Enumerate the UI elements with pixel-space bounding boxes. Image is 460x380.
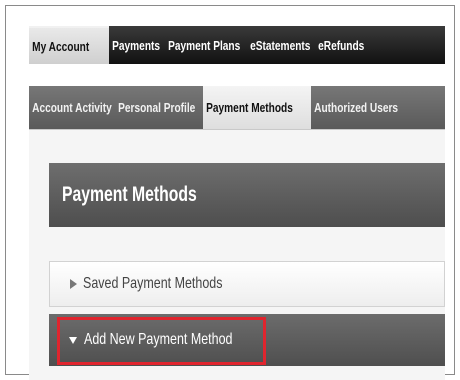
tab-label: My Account	[32, 38, 90, 54]
saved-payment-methods-toggle[interactable]: Saved Payment Methods	[49, 261, 445, 307]
subtab-personal-profile[interactable]: Personal Profile	[115, 86, 203, 129]
tab-label: eStatements	[250, 37, 311, 53]
add-new-payment-method-label: Add New Payment Method	[84, 331, 233, 348]
tab-payments[interactable]: Payments	[109, 26, 165, 64]
tab-estatements[interactable]: eStatements	[247, 26, 315, 64]
subtab-authorized-users[interactable]: Authorized Users	[311, 86, 421, 129]
subtab-account-activity[interactable]: Account Activity	[29, 86, 115, 129]
add-new-payment-method-toggle[interactable]: Add New Payment Method	[49, 314, 445, 366]
subtab-label: Account Activity	[32, 100, 112, 115]
tab-label: Payments	[112, 37, 161, 53]
panel-header: Payment Methods	[49, 163, 445, 227]
subtab-label: Authorized Users	[314, 100, 399, 115]
saved-payment-methods-label: Saved Payment Methods	[83, 275, 223, 292]
sub-nav-bar: Account Activity Personal Profile Paymen…	[29, 86, 445, 130]
subtab-payment-methods[interactable]: Payment Methods	[203, 86, 311, 129]
subtab-label: Payment Methods	[206, 100, 293, 115]
tab-label: eRefunds	[318, 37, 365, 53]
top-nav-bar: My Account Payments Payment Plans eState…	[29, 26, 445, 64]
tab-label: Payment Plans	[168, 37, 241, 53]
tab-payment-plans[interactable]: Payment Plans	[165, 26, 247, 64]
caret-right-icon	[70, 279, 77, 289]
page-title: Payment Methods	[62, 183, 197, 206]
subtab-label: Personal Profile	[118, 100, 196, 115]
tab-erefunds[interactable]: eRefunds	[315, 26, 375, 64]
caret-down-icon	[69, 336, 77, 344]
tab-my-account[interactable]: My Account	[29, 26, 109, 64]
